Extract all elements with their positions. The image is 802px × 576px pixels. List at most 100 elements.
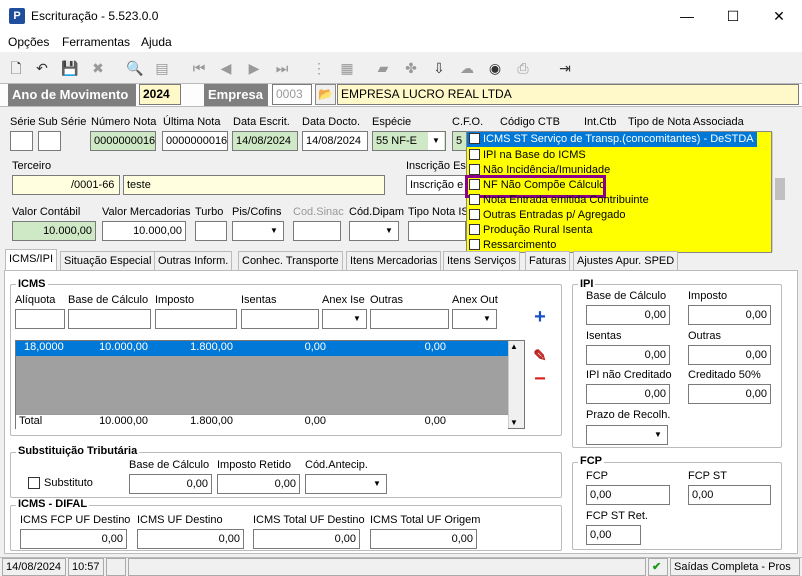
cib-icon[interactable]: ◉	[485, 58, 505, 78]
previous-icon[interactable]: ◀	[216, 58, 236, 78]
maximize-button[interactable]: ☐	[710, 0, 756, 32]
list-item[interactable]: IPI na Base do ICMS	[467, 148, 757, 163]
empresa-name-input[interactable]: EMPRESA LUCRO REAL LTDA	[337, 84, 799, 105]
especie-select[interactable]: 55 NF-E ▼	[372, 131, 446, 151]
coddipam-select[interactable]: ▼	[349, 221, 399, 241]
add-icon[interactable]: +	[529, 306, 551, 328]
ipi-prazo-select[interactable]: ▼	[586, 425, 668, 445]
close-button[interactable]: ✕	[756, 0, 802, 32]
nfe-icon[interactable]: ▤	[152, 58, 172, 78]
ultima-input[interactable]: 0000000016	[162, 131, 228, 151]
grid-scrollbar[interactable]	[508, 341, 524, 428]
substituto-checkbox[interactable]	[28, 477, 40, 489]
ipi-naocred-input[interactable]: 0,00	[586, 384, 670, 404]
delete-icon[interactable]: ✖	[88, 58, 108, 78]
checkbox[interactable]	[469, 149, 480, 160]
terceiro-name-input[interactable]: teste	[123, 175, 385, 195]
tab-outras-inform[interactable]: Outras Inform.	[154, 251, 233, 271]
cloud-icon[interactable]: ☁	[457, 58, 477, 78]
st-antecip-select[interactable]: ▼	[305, 474, 387, 494]
fcp-st-input[interactable]: 0,00	[688, 485, 771, 505]
anex-out-select[interactable]: ▼	[452, 309, 497, 329]
checkbox[interactable]	[469, 133, 480, 144]
list-item[interactable]: Produção Rural Isenta	[467, 223, 757, 238]
list-item[interactable]: ICMS ST Serviço de Transp.(concomitantes…	[467, 132, 757, 147]
difal-total-destino-input[interactable]: 0,00	[253, 529, 360, 549]
tab-itens-mercadorias[interactable]: Itens Mercadorias	[346, 251, 442, 271]
ipi-base-input[interactable]: 0,00	[586, 305, 670, 325]
tab-faturas[interactable]: Faturas	[525, 251, 571, 271]
empresa-code-input[interactable]: 0003	[272, 84, 312, 105]
subserie-input[interactable]	[38, 131, 61, 151]
scroll-up-icon[interactable]: ▲	[510, 342, 518, 351]
ano-input[interactable]: 2024	[139, 84, 181, 105]
fcp-stret-input[interactable]: 0,00	[586, 525, 641, 545]
escrit-input[interactable]: 14/08/2024	[232, 131, 298, 151]
tab-itens-servicos[interactable]: Itens Serviços	[443, 251, 521, 271]
first-icon[interactable]: ⏮	[189, 58, 209, 78]
tree-icon[interactable]: ⋮	[309, 58, 329, 78]
terceiro-cnpj-input[interactable]: /0001-66	[12, 175, 120, 195]
last-icon[interactable]: ⏭	[272, 58, 292, 78]
preview-icon[interactable]: 🔍	[125, 58, 145, 78]
checkbox[interactable]	[469, 164, 480, 175]
tab-icms-ipi[interactable]: ICMS/IPI	[5, 249, 58, 271]
difal-fcp-input[interactable]: 0,00	[20, 529, 127, 549]
next-icon[interactable]: ▶	[244, 58, 264, 78]
save-icon[interactable]: 💾	[60, 58, 80, 78]
mercadorias-input[interactable]: 10.000,00	[102, 221, 186, 241]
folder-icon[interactable]: ▰	[373, 58, 393, 78]
undo-icon[interactable]: ↶	[32, 58, 52, 78]
scroll-thumb[interactable]	[775, 178, 785, 200]
outras-input[interactable]	[370, 309, 449, 329]
ipi-isentas-input[interactable]: 0,00	[586, 345, 670, 365]
puzzle-icon[interactable]: ✤	[401, 58, 421, 78]
ipi-outras-input[interactable]: 0,00	[688, 345, 771, 365]
chevron-down-icon: ▼	[428, 132, 444, 150]
remove-icon[interactable]: −	[529, 368, 551, 390]
codsinac-input[interactable]	[293, 221, 341, 241]
base-input[interactable]	[68, 309, 151, 329]
menu-ajuda[interactable]: Ajuda	[141, 35, 172, 49]
menu-ferramentas[interactable]: Ferramentas	[62, 35, 130, 49]
piscofins-select[interactable]: ▼	[232, 221, 284, 241]
checkbox[interactable]	[469, 224, 480, 235]
docto-input[interactable]: 14/08/2024	[302, 131, 368, 151]
turbo-input[interactable]	[195, 221, 227, 241]
exit-icon[interactable]: ⇥	[555, 58, 575, 78]
edit-icon[interactable]: ✎	[529, 346, 551, 368]
checkbox[interactable]	[469, 209, 480, 220]
imposto-input[interactable]	[155, 309, 237, 329]
isentas-input[interactable]	[241, 309, 319, 329]
download-icon[interactable]: ⇩	[429, 58, 449, 78]
difal-destino-input[interactable]: 0,00	[137, 529, 244, 549]
difal-total-origem-input[interactable]: 0,00	[370, 529, 477, 549]
table-row[interactable]: 18,0000 10.000,00 1.800,00 0,00 0,00	[16, 341, 508, 356]
st-retido-input[interactable]: 0,00	[217, 474, 300, 494]
list-item[interactable]: Outras Entradas p/ Agregado	[467, 208, 757, 223]
calculator-icon[interactable]: ▦	[337, 58, 357, 78]
checkbox[interactable]	[469, 239, 480, 250]
tab-conhec-transporte[interactable]: Conhec. Transporte	[238, 251, 343, 271]
ipi-cred50-input[interactable]: 0,00	[688, 384, 771, 404]
new-icon[interactable]: 🗋	[6, 58, 26, 78]
tab-ajustes-apur-sped[interactable]: Ajustes Apur. SPED	[573, 251, 679, 271]
tab-situacao-especial[interactable]: Situação Especial	[60, 251, 156, 271]
aliquota-input[interactable]	[15, 309, 65, 329]
checkbox[interactable]	[469, 194, 480, 205]
inscricao-input[interactable]: Inscrição e	[406, 175, 466, 195]
tiponota-is-input[interactable]	[408, 221, 466, 241]
contabil-input[interactable]: 10.000,00	[12, 221, 96, 241]
serie-input[interactable]	[10, 131, 33, 151]
numero-input[interactable]: 0000000016	[90, 131, 156, 151]
fcp-input[interactable]: 0,00	[586, 485, 670, 505]
scroll-down-icon[interactable]: ▼	[510, 418, 518, 427]
menu-opcoes[interactable]: Opções	[8, 35, 49, 49]
list-item[interactable]: Nota Entrada emitida Contribuinte	[467, 193, 757, 208]
print-icon[interactable]: ⎙	[513, 58, 533, 78]
minimize-button[interactable]: —	[664, 0, 710, 32]
ipi-imposto-input[interactable]: 0,00	[688, 305, 771, 325]
st-base-input[interactable]: 0,00	[129, 474, 212, 494]
anex-ise-select[interactable]: ▼	[322, 309, 367, 329]
open-folder-icon[interactable]: 📂	[315, 84, 336, 105]
